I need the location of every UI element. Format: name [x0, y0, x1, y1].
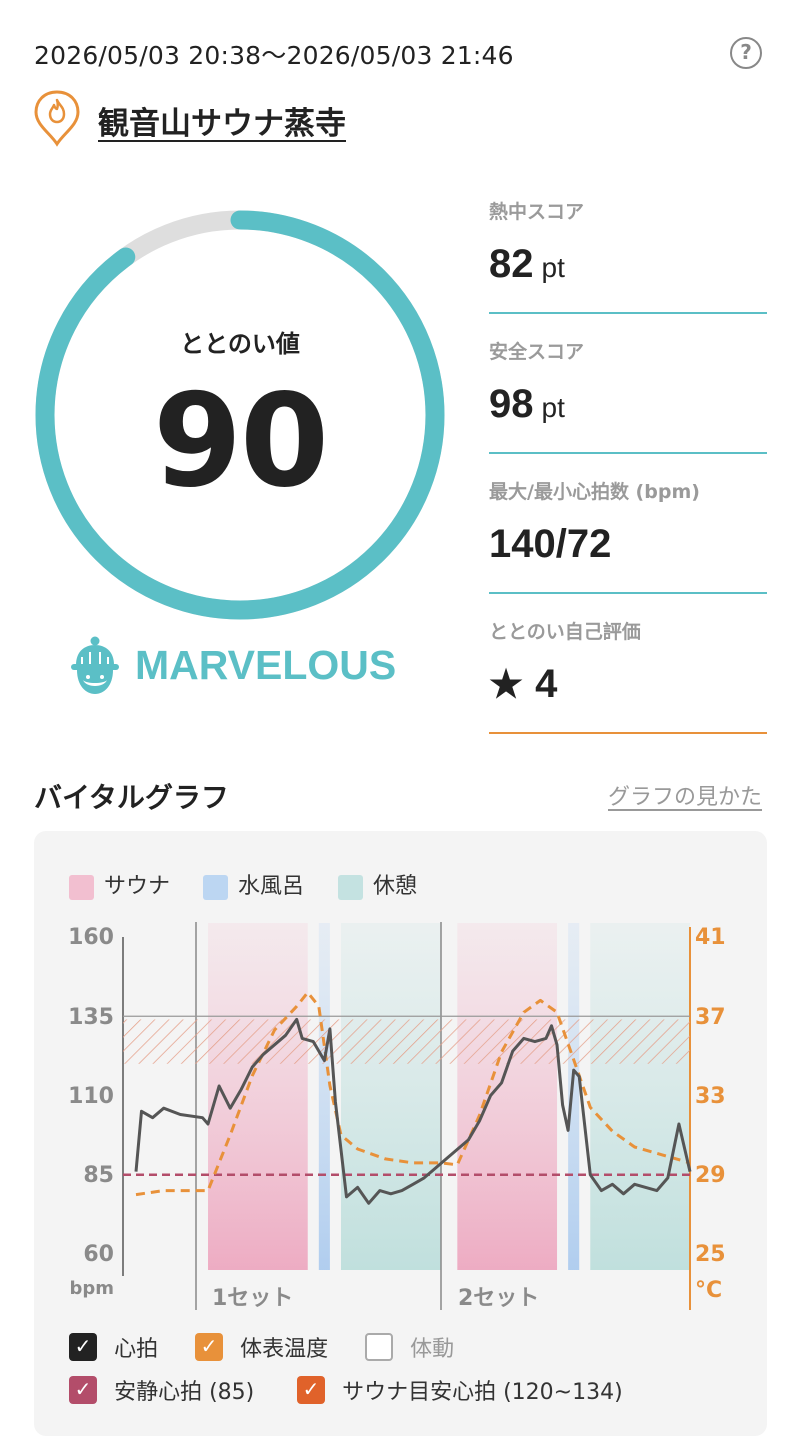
checkbox[interactable]: ✓: [69, 1333, 97, 1361]
checkbox[interactable]: [365, 1333, 393, 1361]
phase-band-rest: [590, 923, 690, 1270]
toggle-label: 心拍: [114, 1337, 159, 1362]
toggle-sauna-target-hr[interactable]: ✓ サウナ目安心拍 (120~134): [297, 1374, 623, 1406]
phase-band-sauna: [457, 923, 558, 1270]
toggle-label: サウナ目安心拍 (120~134): [342, 1380, 623, 1405]
vital-chart: [122, 922, 692, 1310]
checkbox[interactable]: ✓: [297, 1376, 325, 1404]
toggle-skin-temp[interactable]: ✓ 体表温度: [195, 1331, 328, 1363]
toggle-label: 体表温度: [240, 1337, 329, 1362]
toggle-heart-rate[interactable]: ✓ 心拍: [69, 1331, 158, 1363]
toggle-label: 安静心拍 (85): [114, 1380, 255, 1405]
toggle-body-motion[interactable]: 体動: [365, 1331, 454, 1363]
phase-band-rest: [340, 923, 441, 1270]
checkbox[interactable]: ✓: [195, 1333, 223, 1361]
phase-band-water: [318, 923, 330, 1270]
checkbox[interactable]: ✓: [69, 1376, 97, 1404]
toggle-label: 体動: [410, 1337, 455, 1362]
target-hr-band: [123, 1019, 690, 1064]
toggle-resting-hr[interactable]: ✓ 安静心拍 (85): [69, 1374, 254, 1406]
